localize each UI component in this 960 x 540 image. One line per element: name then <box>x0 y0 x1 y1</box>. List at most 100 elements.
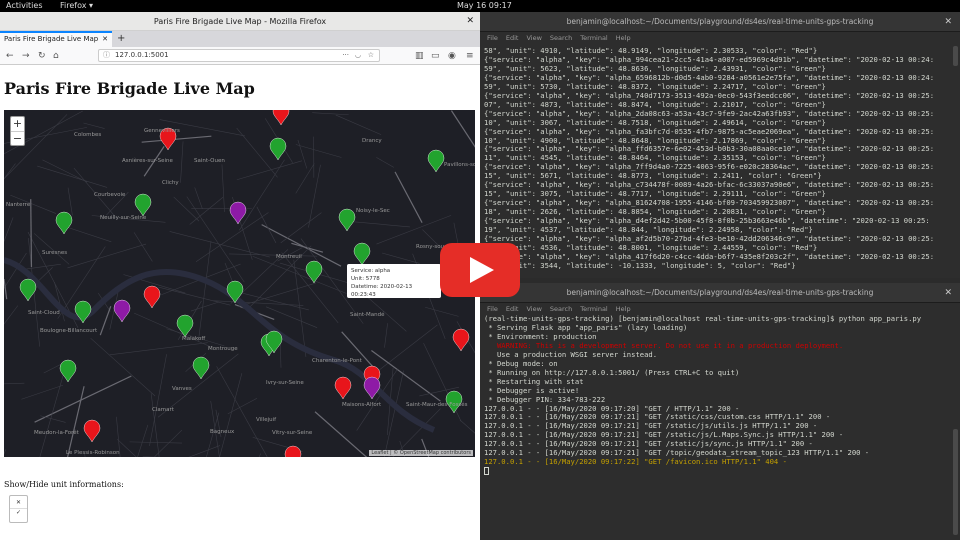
menu-search[interactable]: Search <box>550 305 572 313</box>
unit-marker[interactable] <box>55 211 73 235</box>
map-place-label: Montreuil <box>276 254 302 260</box>
map-road <box>109 342 208 356</box>
zoom-out-button[interactable]: − <box>13 132 22 145</box>
menu-view[interactable]: View <box>526 305 541 313</box>
map-place-label: Suresnes <box>42 250 68 256</box>
map-place-label: Vitry-sur-Seine <box>272 430 313 436</box>
unit-marker[interactable] <box>143 285 161 309</box>
terminal-window-stream: benjamin@localhost:~/Documents/playgroun… <box>480 12 960 278</box>
scrollbar[interactable] <box>953 46 958 66</box>
video-play-button[interactable] <box>440 243 520 297</box>
account-icon[interactable]: ◉ <box>448 49 456 63</box>
unit-marker[interactable] <box>305 260 323 284</box>
forward-icon[interactable]: → <box>22 49 30 63</box>
unit-marker[interactable] <box>83 419 101 443</box>
map-road <box>150 393 160 457</box>
tab-close-icon[interactable]: ✕ <box>102 33 108 46</box>
app-menu[interactable]: Firefox ▾ <box>60 0 93 12</box>
map-place-label: Noisy-le-Sec <box>356 208 390 214</box>
unit-marker[interactable] <box>363 376 381 400</box>
map-road <box>4 382 25 385</box>
map-road <box>34 375 132 423</box>
library-icon[interactable]: ▥ <box>415 49 424 63</box>
map-road <box>24 263 61 270</box>
map-attribution[interactable]: Leaflet | © OpenStreetMap contributors <box>369 450 473 456</box>
unit-marker[interactable] <box>427 149 445 173</box>
close-icon[interactable]: ✕ <box>944 283 952 303</box>
map-road <box>381 252 420 264</box>
unit-marker[interactable] <box>334 376 352 400</box>
more-actions-icon[interactable]: ··· <box>342 50 349 61</box>
activities-button[interactable]: Activities <box>6 0 43 12</box>
unit-marker[interactable] <box>176 314 194 338</box>
unit-marker[interactable] <box>284 445 302 457</box>
new-tab-icon[interactable]: + <box>117 31 125 46</box>
page-content: Paris Fire Brigade Live Map Colombes Genn… <box>0 65 480 540</box>
popup-service: Service: alpha <box>351 268 391 274</box>
unit-marker[interactable] <box>269 137 287 161</box>
map-road <box>335 114 382 135</box>
menu-file[interactable]: File <box>487 34 498 42</box>
map-road <box>67 243 147 269</box>
map-road <box>188 445 221 457</box>
unit-marker[interactable] <box>19 278 37 302</box>
map-road <box>190 301 219 312</box>
unit-marker[interactable] <box>452 328 470 352</box>
unit-marker[interactable] <box>353 242 371 266</box>
map-road <box>137 424 149 457</box>
terminal-output[interactable]: (real-time-units-gps-tracking) [benjamin… <box>484 315 948 536</box>
terminal-output[interactable]: 58", "unit": 4910, "latitude": 48.9149, … <box>484 47 948 272</box>
map-road <box>239 159 285 231</box>
back-icon[interactable]: ← <box>6 49 14 63</box>
unit-marker[interactable] <box>229 201 247 225</box>
map-road <box>216 366 268 457</box>
menu-help[interactable]: Help <box>616 34 631 42</box>
map-road <box>33 233 70 265</box>
map-place-label: Bagneux <box>210 429 235 435</box>
window-title: Paris Fire Brigade Live Map - Mozilla Fi… <box>153 17 327 26</box>
unit-marker[interactable] <box>272 110 290 126</box>
leaflet-map[interactable]: Colombes Gennevilliers Saint-Ouen Drancy Asn… <box>4 110 475 457</box>
tab-live-map[interactable]: Paris Fire Brigade Live Map ✕ <box>0 31 112 47</box>
unit-marker[interactable] <box>134 193 152 217</box>
bookmark-star-icon[interactable]: ☆ <box>368 50 374 61</box>
terminal-menubar: File Edit View Search Terminal Help <box>480 32 960 45</box>
map-road <box>376 157 394 168</box>
menu-terminal[interactable]: Terminal <box>580 305 607 313</box>
menu-search[interactable]: Search <box>550 34 572 42</box>
unit-marker[interactable] <box>338 208 356 232</box>
map-road <box>42 159 88 183</box>
show-info-button[interactable]: ✓ <box>16 509 21 516</box>
close-icon[interactable]: ✕ <box>466 12 474 31</box>
nav-toolbar: ← → ↻ ⌂ ⓘ 127.0.0.1:5001 ··· ◡ ☆ ▥ ▭ ◉ ≡ <box>0 47 480 65</box>
map-place-label: Nanterre <box>6 202 31 208</box>
url-bar[interactable]: ⓘ 127.0.0.1:5001 ··· ◡ ☆ <box>98 49 380 62</box>
unit-marker[interactable] <box>113 299 131 323</box>
menu-help[interactable]: Help <box>616 305 631 313</box>
terminal-title: benjamin@localhost:~/Documents/playgroun… <box>566 17 874 26</box>
zoom-in-button[interactable]: + <box>11 117 24 132</box>
sidebar-icon[interactable]: ▭ <box>431 49 440 63</box>
menu-file[interactable]: File <box>487 305 498 313</box>
map-road <box>376 215 452 245</box>
reload-icon[interactable]: ↻ <box>38 49 46 63</box>
close-icon[interactable]: ✕ <box>944 12 952 32</box>
clock[interactable]: May 16 09:17 <box>457 0 512 12</box>
menu-terminal[interactable]: Terminal <box>580 34 607 42</box>
menu-view[interactable]: View <box>526 34 541 42</box>
map-road <box>425 306 459 317</box>
url-text: 127.0.0.1:5001 <box>115 51 169 59</box>
hide-info-button[interactable]: ✕ <box>10 496 27 509</box>
pocket-icon[interactable]: ◡ <box>355 50 361 61</box>
hamburger-menu-icon[interactable]: ≡ <box>466 49 474 63</box>
menu-edit[interactable]: Edit <box>506 34 519 42</box>
menu-edit[interactable]: Edit <box>506 305 519 313</box>
popup-unit: Unit: 5778 <box>351 276 380 282</box>
scrollbar[interactable] <box>953 429 958 535</box>
home-icon[interactable]: ⌂ <box>53 49 59 63</box>
terminal-cursor <box>484 467 489 476</box>
map-road <box>180 141 184 183</box>
unit-marker[interactable] <box>192 356 210 380</box>
map-place-label: Meudon-la-Forêt <box>34 430 79 436</box>
info-icon[interactable]: ⓘ <box>103 50 110 61</box>
